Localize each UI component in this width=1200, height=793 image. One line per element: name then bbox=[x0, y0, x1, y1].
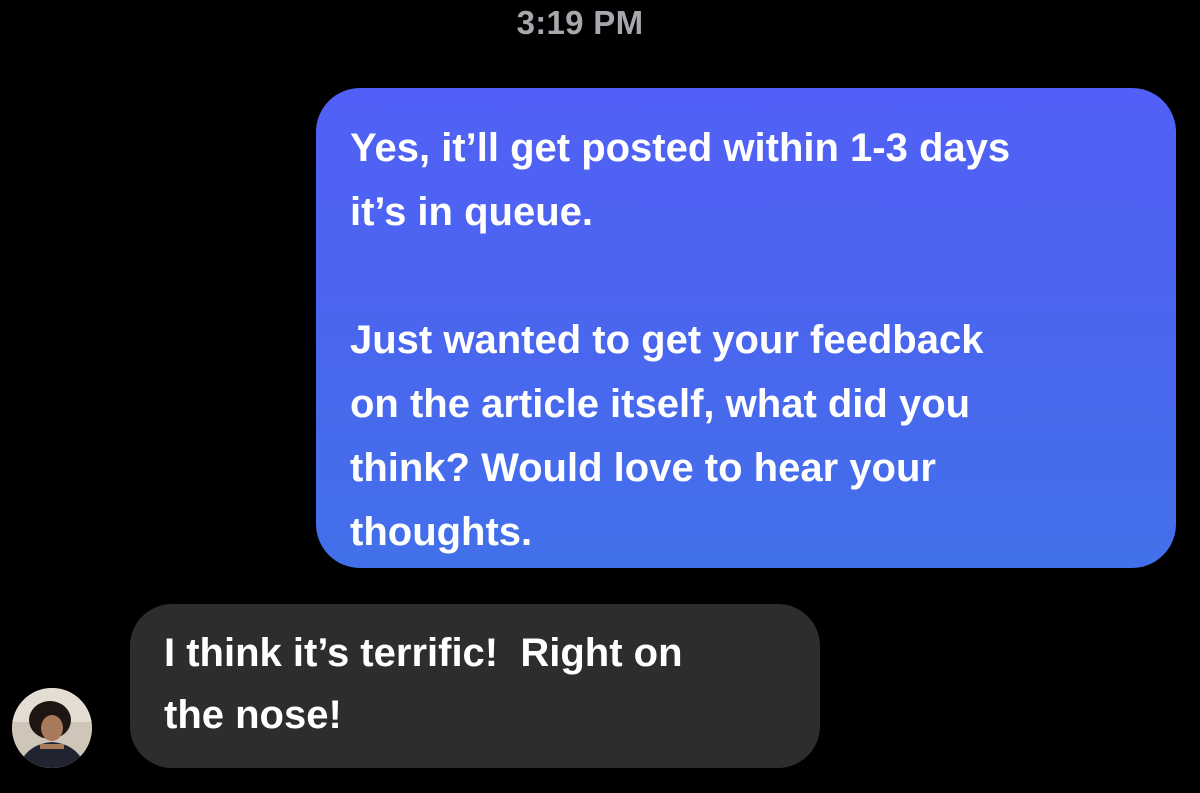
avatar-photo-icon bbox=[12, 688, 92, 768]
contact-avatar[interactable] bbox=[12, 688, 92, 768]
sent-message-bubble[interactable]: Yes, it’ll get posted within 1-3 days it… bbox=[316, 88, 1176, 568]
sent-message-paragraph-1: Yes, it’ll get posted within 1-3 days it… bbox=[350, 126, 1011, 234]
message-timestamp: 3:19 PM bbox=[516, 4, 644, 41]
received-message-text: I think it’s terrific! Right on the nose… bbox=[164, 631, 683, 737]
received-message-bubble[interactable]: I think it’s terrific! Right on the nose… bbox=[130, 604, 820, 768]
sent-message-paragraph-2: Just wanted to get your feedback on the … bbox=[350, 318, 984, 554]
